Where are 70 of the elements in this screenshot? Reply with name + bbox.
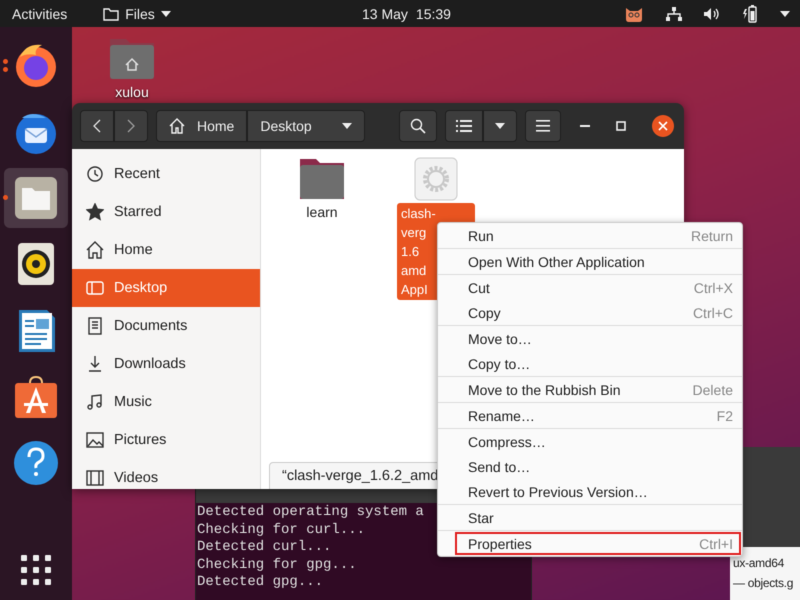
app-grid-icon [21,554,51,585]
maximize-icon[interactable] [616,121,626,131]
file-name-text: ux-amd64 [733,555,784,572]
clock[interactable]: 13 May 15:39 [362,6,451,22]
question-mark-icon [12,439,60,488]
sidebar-item[interactable]: Desktop [72,269,260,307]
caret-icon [494,123,505,129]
battery-icon[interactable] [742,4,758,22]
search-button[interactable] [398,110,437,142]
list-icon [456,120,472,132]
folder-icon[interactable] [298,157,346,201]
volume-icon[interactable] [704,6,720,20]
picture-icon [86,431,104,449]
music-note-icon [86,393,104,411]
menu-button[interactable] [524,110,561,142]
menu-item[interactable]: Properties Ctrl+I [454,531,742,556]
terminal-line: Detected gpg... [197,574,324,592]
path-desktop-button[interactable]: Desktop [247,110,365,142]
menu-item[interactable]: Move to the Rubbish Bin Delete [438,377,742,402]
terminal-line: Detected curl... [197,539,332,556]
menu-item[interactable]: Copy to… [438,351,742,376]
document-icon [86,317,104,335]
sidebar-item[interactable]: Pictures [72,421,260,459]
sidebar-item[interactable]: Videos [72,459,260,489]
chevron-right-icon [127,119,135,133]
desktop-icon [86,279,104,297]
menu-item[interactable]: Rename… F2 [438,403,742,428]
menu-item[interactable]: Send to… [438,454,742,479]
terminal-line: Checking for curl... [197,522,366,539]
forward-button[interactable] [114,110,148,142]
file-name-text: — objects.g [733,575,794,592]
menu-item[interactable]: Open With Other Application [438,249,742,274]
house-icon [169,118,185,134]
download-icon [86,355,104,373]
terminal-line: Checking for gpg... [197,556,357,574]
menu-item[interactable]: Compress… [438,429,742,454]
back-button[interactable] [80,110,114,142]
house-icon [86,241,104,259]
chevron-left-icon [93,119,101,133]
caret-icon [160,10,171,16]
menu-item[interactable]: Star [438,505,742,530]
network-icon[interactable] [666,6,682,20]
caret-icon[interactable] [780,10,790,16]
sidebar-item[interactable]: Home [72,231,260,269]
sidebar-item[interactable]: Starred [72,193,260,231]
caret-icon [342,123,352,129]
sidebar-item[interactable]: Documents [72,307,260,345]
app-menu[interactable]: Files [103,6,171,22]
folder-icon [103,6,120,20]
path-home-button[interactable]: Home [156,110,248,142]
terminal-line: Detected operating system a [197,504,424,522]
file-name-label[interactable]: learn [302,203,342,222]
desktop-icon-label[interactable]: xulou [115,84,149,100]
activities-button[interactable]: Activities [0,6,80,22]
film-icon [86,469,104,487]
sidebar-item[interactable]: Music [72,383,260,421]
view-options-button[interactable] [482,110,517,142]
home-folder-icon[interactable] [108,37,156,81]
sidebar-item[interactable]: Downloads [72,345,260,383]
menu-icon [536,120,550,132]
search-icon [410,118,426,134]
menu-item[interactable]: Revert to Previous Version… [438,479,742,504]
menu-item[interactable]: Move to… [438,326,742,351]
menu-item[interactable]: Copy Ctrl+C [438,300,742,325]
list-view-button[interactable] [444,110,483,142]
close-icon[interactable] [652,115,674,137]
star-icon [86,203,104,221]
sidebar-item[interactable]: Recent [72,155,260,193]
dock-app-button[interactable] [4,168,68,228]
clock-icon [86,165,104,183]
